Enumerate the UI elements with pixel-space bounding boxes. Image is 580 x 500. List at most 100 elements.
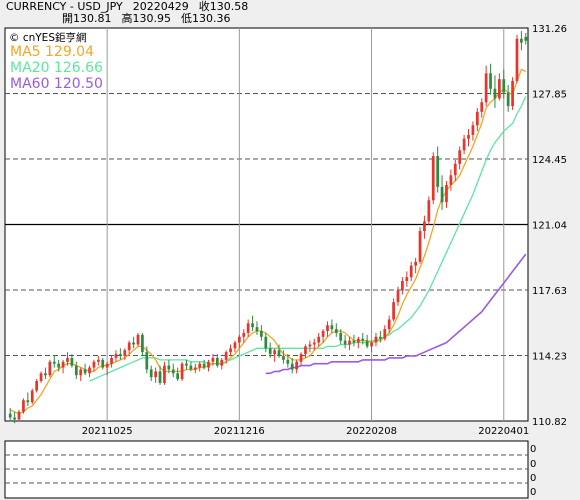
candle — [136, 332, 140, 347]
candle-body — [66, 357, 69, 362]
price-chart: 131.26 127.85 124.45 121.04 117.63 114.23 110.… — [4, 24, 567, 437]
watermark-text: © cnYES鉅亨網 — [9, 31, 86, 44]
y-tick-label: 117.63 — [532, 286, 567, 297]
candle-body — [515, 38, 519, 82]
candle-body — [74, 365, 78, 376]
candle-body — [17, 411, 21, 420]
legend-ma20: MA20 126.66 — [10, 60, 103, 76]
candle-body — [229, 348, 232, 353]
candle-body — [356, 338, 360, 343]
candle-body — [480, 102, 484, 112]
candle-body — [132, 342, 135, 345]
candle-body — [149, 369, 153, 378]
candle-body — [392, 302, 395, 320]
candle-body — [489, 73, 492, 89]
candle-body — [330, 325, 334, 330]
candle-body — [304, 346, 307, 355]
candle-body — [180, 363, 184, 380]
candle-body — [193, 367, 197, 370]
candle-body — [79, 369, 83, 376]
candle-body — [520, 38, 523, 43]
y-tick-label: 124.45 — [532, 155, 567, 166]
candle-body — [242, 332, 246, 337]
candle-body — [427, 200, 431, 222]
candle-body — [220, 359, 224, 366]
candle-body — [176, 373, 180, 380]
candle-body — [22, 400, 25, 412]
candle — [511, 77, 514, 110]
candle-body — [145, 352, 149, 370]
candle-body — [110, 357, 113, 364]
candle-body — [246, 323, 250, 333]
y-tick-label: 110.82 — [532, 417, 567, 428]
candle-body — [405, 277, 409, 282]
candle-body — [39, 373, 43, 382]
y-tick-label: 127.85 — [532, 90, 567, 101]
candle-body — [52, 361, 56, 364]
candle-body — [484, 73, 488, 103]
candle-body — [379, 336, 382, 339]
candle-body — [374, 336, 378, 343]
candle-body — [524, 36, 528, 41]
candle-body — [370, 342, 373, 347]
candle-body — [321, 331, 325, 337]
candle-body — [171, 369, 175, 374]
candle-body — [13, 417, 16, 420]
candle-body — [185, 363, 188, 366]
candle — [180, 361, 184, 382]
candle-body — [339, 332, 343, 341]
candle-body — [202, 363, 206, 368]
candle-body — [502, 79, 506, 93]
candle-body — [277, 350, 281, 357]
candle-body — [26, 400, 30, 403]
candle-body — [458, 150, 462, 164]
candle-body — [158, 371, 162, 383]
candle-body — [414, 261, 417, 266]
candle-body — [436, 156, 440, 187]
sub-y-tick-label: 0 — [530, 473, 536, 484]
sub-y-tick-label: 0 — [530, 444, 536, 455]
candle-body — [401, 281, 404, 291]
candle-body — [418, 231, 422, 262]
candle-body — [83, 369, 87, 374]
candle-body — [467, 134, 470, 139]
candle-body — [35, 381, 39, 391]
candle-body — [493, 88, 497, 99]
candle-body — [273, 350, 276, 355]
candle-body — [251, 323, 254, 328]
candle-body — [127, 342, 131, 351]
candle — [427, 196, 431, 226]
candle-body — [237, 336, 241, 343]
candle-body — [70, 357, 74, 366]
candle-body — [119, 354, 122, 357]
candle-body — [423, 221, 426, 232]
candle-body — [207, 361, 210, 368]
candle-body — [198, 363, 202, 368]
candle-body — [8, 413, 12, 418]
candle-body — [449, 175, 453, 185]
x-tick-label: 20211216 — [214, 426, 265, 437]
candle — [418, 227, 422, 264]
subchart-area — [4, 440, 529, 499]
candle-body — [453, 163, 457, 176]
candle-body — [141, 334, 144, 353]
candle-body — [475, 111, 479, 126]
x-tick-label: 20220208 — [346, 426, 397, 437]
candle-body — [506, 92, 510, 107]
candle-body — [215, 357, 219, 366]
candle-body — [88, 367, 91, 374]
candle-body — [114, 354, 118, 358]
candle-body — [326, 325, 329, 332]
candle — [515, 34, 519, 83]
candle-body — [44, 373, 47, 376]
x-tick-label: 20211025 — [82, 426, 133, 437]
candle — [30, 388, 34, 405]
candle-body — [57, 363, 61, 368]
candle — [35, 379, 39, 393]
candle-body — [92, 361, 96, 368]
candle-body — [471, 125, 475, 135]
candle-body — [105, 363, 109, 368]
candle-body — [497, 79, 501, 99]
candle — [431, 152, 435, 205]
candle-body — [334, 329, 338, 333]
